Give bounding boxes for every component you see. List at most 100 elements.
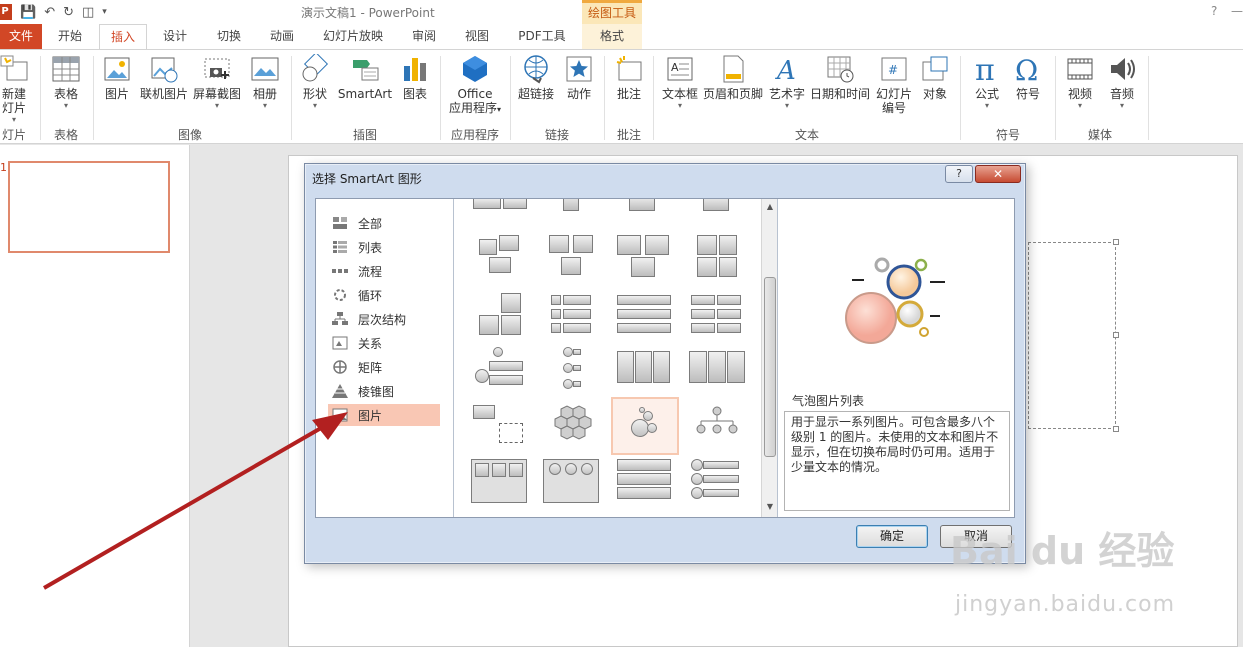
customize-qat-icon[interactable]: ▾ xyxy=(102,7,107,17)
object-button[interactable]: 对象 xyxy=(918,54,952,101)
layout-thumbnail[interactable] xyxy=(541,289,605,343)
smartart-button[interactable]: SmartArt xyxy=(336,54,394,101)
layout-thumbnail[interactable] xyxy=(541,455,605,509)
equation-button[interactable]: π 公式 ▾ xyxy=(967,54,1007,111)
category-all[interactable]: 全部 xyxy=(328,212,440,234)
slide-thumbnail[interactable] xyxy=(8,161,170,253)
tab-pdf-tools[interactable]: PDF工具 xyxy=(513,24,571,49)
ribbon-tabs: 文件 开始 插入 设计 切换 动画 幻灯片放映 审阅 视图 PDF工具 格式 xyxy=(0,24,1243,50)
layout-thumbnail[interactable] xyxy=(541,345,605,399)
matrix-icon xyxy=(333,360,347,374)
layout-thumbnail[interactable] xyxy=(687,345,751,399)
scroll-down-icon[interactable]: ▼ xyxy=(762,499,778,515)
slide-number-label-1: 幻灯片 xyxy=(875,87,912,101)
tab-format[interactable]: 格式 xyxy=(582,24,642,49)
textbox-button[interactable]: A 文本框 ▾ xyxy=(660,54,700,111)
present-icon[interactable]: ◫ xyxy=(82,5,94,20)
resize-handle[interactable] xyxy=(1113,239,1119,245)
action-button[interactable]: 动作 xyxy=(562,54,596,101)
dialog-help-button[interactable]: ? xyxy=(945,165,973,183)
category-relationship[interactable]: 关系 xyxy=(328,332,440,354)
layout-thumbnail[interactable] xyxy=(687,289,751,343)
svg-text:A: A xyxy=(775,56,796,84)
text-placeholder[interactable] xyxy=(1028,242,1116,429)
table-button[interactable]: 表格 ▾ xyxy=(46,54,86,111)
tab-insert[interactable]: 插入 xyxy=(99,24,147,50)
layout-thumbnail[interactable] xyxy=(541,399,605,453)
dialog-close-button[interactable]: ✕ xyxy=(975,165,1021,183)
tab-slideshow[interactable]: 幻灯片放映 xyxy=(318,24,388,49)
audio-label: 音频 xyxy=(1109,87,1134,101)
tab-review[interactable]: 审阅 xyxy=(404,24,444,49)
layout-thumbnail[interactable] xyxy=(469,399,533,453)
audio-button[interactable]: 音频 ▾ xyxy=(1104,54,1140,111)
tab-view[interactable]: 视图 xyxy=(457,24,497,49)
speaker-icon xyxy=(1111,58,1135,80)
cycle-icon xyxy=(334,289,346,301)
tab-animations[interactable]: 动画 xyxy=(262,24,302,49)
header-footer-icon xyxy=(723,55,744,83)
category-hierarchy[interactable]: 层次结构 xyxy=(328,308,440,330)
powerpoint-app-icon[interactable]: P xyxy=(0,4,12,20)
redo-icon[interactable]: ↻ xyxy=(63,5,74,20)
dropdown-arrow-icon: ▾ xyxy=(262,101,267,110)
category-label: 层次结构 xyxy=(358,312,407,327)
layout-thumbnail[interactable] xyxy=(687,399,751,453)
scroll-up-icon[interactable]: ▲ xyxy=(762,199,778,215)
gallery-scrollbar[interactable]: ▲ ▼ xyxy=(761,199,778,517)
scroll-thumb[interactable] xyxy=(764,277,776,457)
help-button[interactable]: ? xyxy=(1211,4,1217,18)
layout-thumbnail[interactable] xyxy=(687,231,751,285)
layout-thumbnail[interactable] xyxy=(469,455,533,509)
layout-thumbnail[interactable] xyxy=(687,455,751,509)
layout-thumbnail[interactable] xyxy=(541,231,605,285)
category-process[interactable]: 流程 xyxy=(328,260,440,282)
symbol-label: 符号 xyxy=(1015,87,1040,101)
category-matrix[interactable]: 矩阵 xyxy=(328,356,440,378)
layout-thumbnail[interactable] xyxy=(469,231,533,285)
layout-bubble-picture-list[interactable] xyxy=(611,397,679,455)
chart-button[interactable]: 图表 xyxy=(398,54,432,101)
dropdown-arrow-icon: ▾ xyxy=(497,105,502,114)
layout-thumbnail[interactable] xyxy=(613,289,677,343)
layout-thumbnail[interactable] xyxy=(469,289,533,343)
slide-thumbnail-pane: 1 xyxy=(0,145,190,647)
screenshot-button[interactable]: 屏幕截图 ▾ xyxy=(192,54,242,111)
category-pyramid[interactable]: 棱锥图 xyxy=(328,380,440,402)
shapes-button[interactable]: 形状 ▾ xyxy=(298,54,332,111)
tab-file[interactable]: 文件 xyxy=(0,24,42,49)
new-slide-button[interactable]: 新建 灯片 ▾ xyxy=(0,54,34,125)
tab-design[interactable]: 设计 xyxy=(155,24,195,49)
wordart-button[interactable]: A 艺术字 ▾ xyxy=(768,54,806,111)
layout-thumbnail[interactable] xyxy=(613,231,677,285)
save-icon[interactable]: 💾 xyxy=(20,5,36,20)
online-picture-button[interactable]: 联机图片 xyxy=(138,54,190,101)
category-cycle[interactable]: 循环 xyxy=(328,284,440,306)
preview-layout-description: 用于显示一系列图片。可包含最多八个级别 1 的图片。未使用的文本和图片不显示，但… xyxy=(784,411,1010,511)
comment-button[interactable]: 批注 xyxy=(612,54,646,101)
hyperlink-button[interactable]: 超链接 xyxy=(515,54,557,101)
slide-number-button[interactable]: # 幻灯片 编号 xyxy=(874,54,914,115)
layout-thumbnail[interactable] xyxy=(613,345,677,399)
svg-text:#: # xyxy=(888,63,898,77)
photo-album-button[interactable]: 相册 ▾ xyxy=(248,54,282,111)
resize-handle[interactable] xyxy=(1113,426,1119,432)
layout-thumbnail[interactable] xyxy=(469,345,533,399)
video-button[interactable]: 视频 ▾ xyxy=(1062,54,1098,111)
category-picture[interactable]: 图片 xyxy=(328,404,440,426)
header-footer-button[interactable]: 页眉和页脚 xyxy=(702,54,764,101)
ok-button[interactable]: 确定 xyxy=(856,525,928,548)
undo-icon[interactable]: ↶ xyxy=(44,5,55,20)
tab-transitions[interactable]: 切换 xyxy=(209,24,249,49)
ribbon-display-options-icon[interactable]: — xyxy=(1231,4,1243,18)
tab-home[interactable]: 开始 xyxy=(50,24,90,49)
resize-handle[interactable] xyxy=(1113,332,1119,338)
slide-number-marker: 1 xyxy=(0,161,7,174)
date-time-button[interactable]: 日期和时间 xyxy=(808,54,872,101)
layout-thumbnail[interactable] xyxy=(613,455,677,509)
comment-label: 批注 xyxy=(616,87,641,101)
picture-button[interactable]: 图片 xyxy=(100,54,134,101)
symbol-button[interactable]: Ω 符号 xyxy=(1010,54,1046,101)
office-apps-button[interactable]: Office 应用程序▾ xyxy=(444,54,506,117)
category-list-item[interactable]: 列表 xyxy=(328,236,440,258)
